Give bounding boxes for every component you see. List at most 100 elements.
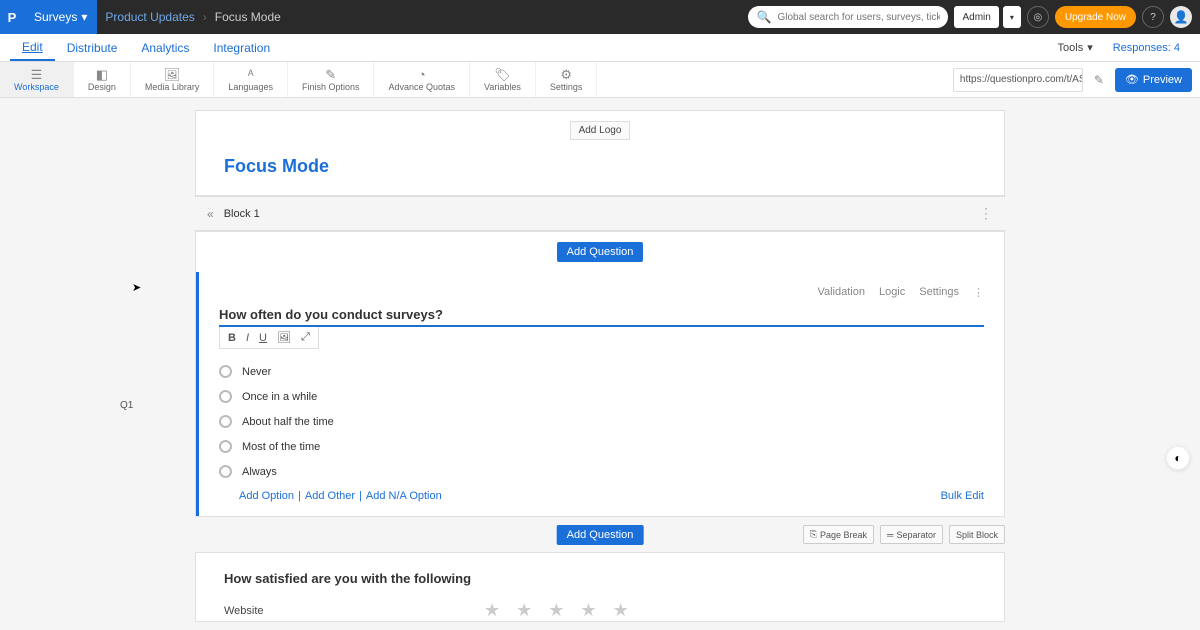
matrix-row-label[interactable]: Website (224, 605, 424, 617)
survey-url[interactable]: https://questionpro.com/t/ASKb7Zwl (953, 68, 1083, 92)
add-other-link[interactable]: Add Other (305, 490, 355, 502)
block-header: « Block 1 ⋮ (195, 196, 1005, 231)
breadcrumb-project[interactable]: Product Updates (97, 10, 202, 24)
italic-icon[interactable]: I (246, 332, 249, 344)
separator-button[interactable]: ═ Separator (880, 525, 943, 544)
question-text-input[interactable]: How often do you conduct surveys? (219, 307, 984, 327)
user-avatar[interactable]: 👤 (1170, 6, 1192, 28)
option-label[interactable]: Once in a while (242, 391, 317, 403)
block-menu-icon[interactable]: ⋮ (979, 205, 993, 222)
notifications-icon[interactable]: ◎ (1027, 6, 1049, 28)
help-icon[interactable]: ? (1142, 6, 1164, 28)
tab-integration[interactable]: Integration (201, 34, 282, 61)
caret-down-icon: ▾ (1087, 41, 1093, 54)
question-validation[interactable]: Validation (817, 286, 865, 299)
option-label[interactable]: Never (242, 366, 271, 378)
page-break-icon: ⎘ (810, 529, 817, 540)
add-na-link[interactable]: Add N/A Option (366, 490, 442, 502)
app-logo[interactable]: P (0, 0, 24, 34)
option-label[interactable]: About half the time (242, 416, 334, 428)
media-icon: 🖼 (164, 68, 181, 81)
tool-languages[interactable]: ᴬ Languages (214, 62, 288, 97)
tool-variables-label: Variables (484, 82, 521, 92)
add-option-link[interactable]: Add Option (239, 490, 294, 502)
option-row[interactable]: Most of the time (219, 434, 984, 459)
surveys-dropdown[interactable]: Surveys ▾ (24, 0, 97, 34)
question-text-q3[interactable]: How satisfied are you with the following (224, 571, 976, 586)
caret-down-icon: ▾ (81, 10, 87, 24)
finish-icon: ✎ (325, 68, 336, 81)
bulk-edit-link[interactable]: Bulk Edit (941, 490, 984, 502)
preview-button[interactable]: 👁 Preview (1115, 68, 1192, 92)
star-icon[interactable]: ★ (516, 600, 532, 621)
floating-widget-icon[interactable]: ◐ (1166, 446, 1190, 470)
question-tools: Validation Logic Settings ⋮ (219, 286, 984, 299)
tool-media-label: Media Library (145, 82, 200, 92)
tools-dropdown[interactable]: Tools ▾ (1048, 34, 1103, 61)
tool-media[interactable]: 🖼 Media Library (131, 62, 215, 97)
question-menu-icon[interactable]: ⋮ (973, 286, 984, 299)
upgrade-button[interactable]: Upgrade Now (1055, 6, 1136, 28)
tools-dropdown-label: Tools (1058, 42, 1084, 54)
surveys-dropdown-label: Surveys (34, 10, 77, 24)
option-label[interactable]: Always (242, 466, 277, 478)
block-title[interactable]: Block 1 (224, 208, 260, 220)
question-settings[interactable]: Settings (919, 286, 959, 299)
tool-workspace[interactable]: ☰ Workspace (0, 62, 74, 97)
star-rating[interactable]: ★ ★ ★ ★ ★ (484, 600, 629, 621)
option-row[interactable]: Always (219, 459, 984, 484)
tool-design[interactable]: ◧ Design (74, 62, 131, 97)
tool-finish-options[interactable]: ✎ Finish Options (288, 62, 375, 97)
star-icon[interactable]: ★ (548, 600, 564, 621)
option-label[interactable]: Most of the time (242, 441, 320, 453)
radio-icon[interactable] (219, 390, 232, 403)
page-break-button[interactable]: ⎘ Page Break (803, 525, 874, 544)
rich-text-toolbar: B I U 🖼 ⤢ (219, 327, 319, 349)
tool-finish-label: Finish Options (302, 82, 360, 92)
edit-url-icon[interactable]: ✎ (1089, 70, 1109, 90)
expand-icon[interactable]: ⤢ (301, 331, 310, 344)
split-block-button[interactable]: Split Block (949, 525, 1005, 544)
star-icon[interactable]: ★ (580, 600, 596, 621)
radio-icon[interactable] (219, 365, 232, 378)
radio-icon[interactable] (219, 415, 232, 428)
tab-distribute[interactable]: Distribute (55, 34, 130, 61)
inter-question-toolbar: Add Question ⎘ Page Break ═ Separator Sp… (195, 517, 1005, 552)
option-row[interactable]: Never (219, 359, 984, 384)
tool-settings[interactable]: ⚙ Settings (536, 62, 598, 97)
underline-icon[interactable]: U (259, 332, 267, 344)
admin-caret[interactable]: ▾ (1003, 6, 1021, 28)
option-actions: Add Option | Add Other | Add N/A Option … (219, 484, 984, 502)
image-icon[interactable]: 🖼 (277, 331, 291, 344)
survey-card: Add Logo Focus Mode (195, 110, 1005, 196)
star-icon[interactable]: ★ (613, 600, 629, 621)
option-row[interactable]: Once in a while (219, 384, 984, 409)
tab-edit[interactable]: Edit (10, 34, 55, 61)
admin-chip[interactable]: Admin (954, 6, 998, 28)
tab-analytics[interactable]: Analytics (129, 34, 201, 61)
question-id-q1: Q1 (120, 400, 133, 411)
editor-toolbar: ☰ Workspace ◧ Design 🖼 Media Library ᴬ L… (0, 62, 1200, 98)
tool-quotas[interactable]: ◔ Advance Quotas (374, 62, 470, 97)
global-search-input[interactable] (777, 12, 940, 23)
option-row[interactable]: About half the time (219, 409, 984, 434)
tool-variables[interactable]: 🏷 Variables (470, 62, 536, 97)
radio-icon[interactable] (219, 440, 232, 453)
question-logic[interactable]: Logic (879, 286, 905, 299)
top-header: P Surveys ▾ Product Updates › Focus Mode… (0, 0, 1200, 34)
question-card-q3: How satisfied are you with the following… (195, 552, 1005, 622)
add-logo-button[interactable]: Add Logo (570, 121, 631, 140)
responses-count[interactable]: Responses: 4 (1103, 34, 1190, 61)
add-question-button-top[interactable]: Add Question (557, 242, 644, 262)
quotas-icon: ◔ (418, 68, 426, 81)
collapse-icon[interactable]: « (207, 207, 214, 221)
radio-icon[interactable] (219, 465, 232, 478)
bold-icon[interactable]: B (228, 332, 236, 344)
global-search[interactable]: 🔍 (748, 6, 948, 28)
design-icon: ◧ (96, 68, 108, 81)
survey-title[interactable]: Focus Mode (224, 156, 976, 177)
tool-design-label: Design (88, 82, 116, 92)
add-question-button-mid[interactable]: Add Question (557, 525, 644, 545)
star-icon[interactable]: ★ (484, 600, 500, 621)
search-icon: 🔍 (756, 10, 771, 24)
